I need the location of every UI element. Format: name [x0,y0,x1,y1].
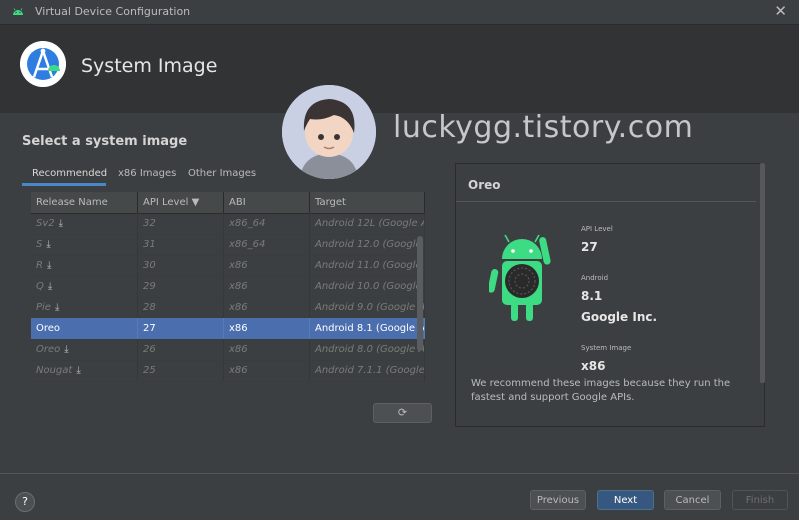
target-cell: Android 9.0 (Google APIs) [310,297,425,318]
api-level-cell: 26 [138,339,224,360]
android-version-value: 8.1 [581,289,603,303]
column-release-name[interactable]: Release Name [31,192,138,213]
column-target[interactable]: Target [310,192,425,213]
abi-cell: x86_64 [224,213,310,234]
help-button[interactable]: ? [15,492,35,512]
release-name-cell: Nougat ⤓ [31,360,138,381]
vendor-value: Google Inc. [581,310,658,324]
target-cell: Android 12L (Google APIs) [310,213,425,234]
release-name-cell: S ⤓ [31,234,138,255]
tab-recommended[interactable]: Recommended [22,164,107,186]
api-level-cell: 25 [138,360,224,381]
table-row[interactable]: Oreo⤓ 26 x86 Android 8.0 (Google APIs) [31,339,425,361]
target-cell: Android 11.0 (Google APIs) [310,255,425,276]
avatar [282,85,376,179]
refresh-icon: ⟳ [397,406,408,419]
detail-divider [456,201,756,202]
table-row[interactable]: Pie⤓ 28 x86 Android 9.0 (Google APIs) [31,297,425,319]
cancel-button[interactable]: Cancel [664,490,721,510]
abi-cell: x86 [224,255,310,276]
table-row[interactable]: S⤓ 31 x86_64 Android 12.0 (Google APIs) [31,234,425,256]
release-name-cell: Sv2 ⤓ [31,213,138,234]
android-oreo-mascot-icon [489,234,551,321]
release-name-cell: Oreo [31,318,138,339]
api-level-cell: 30 [138,255,224,276]
table-row-selected[interactable]: Oreo 27 x86 Android 8.1 (Google APIs) [31,318,425,340]
table-scrollbar[interactable] [417,236,423,351]
download-icon[interactable]: ⤓ [59,218,63,229]
abi-cell: x86 [224,360,310,381]
release-name-cell: Q ⤓ [31,276,138,297]
api-level-value: 27 [581,240,598,254]
image-detail-panel: Oreo API Level 27 Android 8.1 Google Inc… [455,163,765,427]
table-header: Release Name API Level ▼ ABI Target [31,192,425,214]
target-cell: Android 8.0 (Google APIs) [310,339,425,360]
abi-cell: x86 [224,339,310,360]
page-title: System Image [81,55,218,77]
watermark-text: luckygg.tistory.com [393,110,694,145]
system-image-table: Release Name API Level ▼ ABI Target Sv2 ⤓… [31,192,425,391]
system-image-label: System Image [581,344,632,352]
recommendation-text: We recommend these images because they r… [471,378,731,403]
column-api-level[interactable]: API Level ▼ [138,192,224,213]
next-button[interactable]: Next [597,490,654,510]
api-level-label: API Level [581,225,613,233]
close-icon[interactable]: ✕ [774,2,787,20]
android-studio-logo-icon [20,41,66,87]
abi-cell: x86 [224,276,310,297]
target-cell: Android 7.1.1 (Google APIs) [310,360,425,381]
download-icon[interactable]: ⤓ [76,365,80,376]
column-abi[interactable]: ABI [224,192,310,213]
download-icon[interactable]: ⤓ [64,344,68,355]
target-cell: Android 12.0 (Google APIs) [310,234,425,255]
finish-button[interactable]: Finish [732,490,788,510]
release-name-cell: R ⤓ [31,255,138,276]
download-icon[interactable]: ⤓ [48,281,52,292]
abi-cell: x86 [224,318,310,339]
target-cell: Android 8.1 (Google APIs) [310,318,425,339]
detail-title: Oreo [468,178,501,192]
window-title: Virtual Device Configuration [35,5,191,18]
table-row[interactable]: Nougat⤓ 25 x86 Android 7.1.1 (Google API… [31,360,425,382]
target-cell: Android 10.0 (Google APIs) [310,276,425,297]
window-titlebar: Virtual Device Configuration ✕ [0,0,799,25]
download-icon[interactable]: ⤓ [47,260,51,271]
android-label: Android [581,274,609,282]
tab-x86-images[interactable]: x86 Images [118,164,176,186]
table-row[interactable]: Q⤓ 29 x86 Android 10.0 (Google APIs) [31,276,425,298]
api-level-cell: 28 [138,297,224,318]
download-icon[interactable]: ⤓ [55,302,59,313]
api-level-cell: 32 [138,213,224,234]
release-name-cell: Pie ⤓ [31,297,138,318]
refresh-button[interactable]: ⟳ [373,403,432,423]
previous-button[interactable]: Previous [530,490,586,510]
tab-other-images[interactable]: Other Images [188,164,256,186]
abi-cell: x86 [224,297,310,318]
abi-cell: x86_64 [224,234,310,255]
android-icon [13,8,23,15]
page-header: System Image [0,25,799,113]
table-row[interactable]: Sv2⤓ 32 x86_64 Android 12L (Google APIs) [31,213,425,235]
api-level-cell: 27 [138,318,224,339]
download-icon[interactable]: ⤓ [46,239,50,250]
api-level-cell: 31 [138,234,224,255]
release-name-cell: Oreo ⤓ [31,339,138,360]
table-row[interactable]: R⤓ 30 x86 Android 11.0 (Google APIs) [31,255,425,277]
detail-scrollbar[interactable] [760,163,765,383]
section-title: Select a system image [22,134,188,149]
api-level-cell: 29 [138,276,224,297]
system-image-value: x86 [581,359,606,373]
